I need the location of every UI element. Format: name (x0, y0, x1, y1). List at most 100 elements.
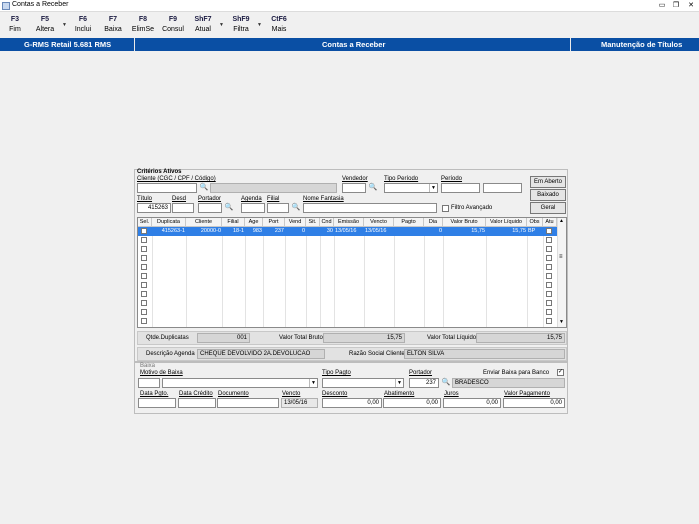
column-header[interactable]: Cnd (320, 218, 334, 227)
scroll-down-icon[interactable]: ▼ (559, 319, 564, 325)
data-credito-input[interactable] (178, 398, 216, 408)
column-header[interactable]: Sit. (306, 218, 320, 227)
sel-checkbox[interactable] (141, 273, 147, 279)
restore-icon[interactable]: ❐ (671, 1, 681, 10)
sel-checkbox[interactable] (141, 246, 147, 252)
baixado-button[interactable]: Baixado (530, 189, 566, 201)
fim-button[interactable]: F3 Fim (2, 15, 28, 35)
inclui-button[interactable]: F6 Inclui (70, 15, 96, 35)
column-header[interactable]: Dia (424, 218, 443, 227)
documento-input[interactable] (217, 398, 279, 408)
enviar-baixa-checkbox[interactable]: ✓ (557, 369, 564, 376)
empty-table-row[interactable] (138, 281, 557, 290)
filtro-avancado-checkbox[interactable] (442, 205, 449, 212)
minimize-icon[interactable]: ▭ (657, 1, 667, 10)
portador-search-icon[interactable]: 🔍 (224, 203, 234, 212)
desconto-input[interactable]: 0,00 (322, 398, 382, 408)
vendedor-input[interactable] (342, 183, 366, 193)
portador-baixa-input[interactable]: 237 (409, 378, 439, 388)
column-header[interactable]: Emissão (334, 218, 364, 227)
tipo-periodo-select[interactable]: ▼ (384, 183, 438, 193)
portador-input[interactable] (198, 203, 222, 213)
agenda-input[interactable] (241, 203, 265, 213)
baixa-button[interactable]: F7 Baixa (100, 15, 126, 35)
column-header[interactable]: Duplicata (152, 218, 186, 227)
filtra-button[interactable]: ShF9 Filtra (228, 15, 254, 35)
periodo-start-input[interactable] (441, 183, 480, 193)
motivo-select[interactable]: ▼ (162, 378, 318, 388)
empty-table-row[interactable] (138, 254, 557, 263)
empty-table-row[interactable] (138, 272, 557, 281)
sel-checkbox[interactable] (141, 255, 147, 261)
valor-pagamento-input[interactable]: 0,00 (503, 398, 565, 408)
empty-table-row[interactable] (138, 290, 557, 299)
sel-checkbox[interactable] (141, 318, 147, 324)
cliente-input[interactable] (137, 183, 197, 193)
periodo-end-input[interactable] (483, 183, 522, 193)
atu-checkbox[interactable] (546, 318, 552, 324)
portador-baixa-search-icon[interactable]: 🔍 (441, 378, 451, 387)
column-header[interactable]: Cliente (186, 218, 222, 227)
motivo-code-input[interactable] (138, 378, 160, 388)
atual-dropdown-icon[interactable]: ▼ (219, 22, 224, 28)
atu-checkbox[interactable] (546, 309, 552, 315)
geral-button[interactable]: Geral (530, 202, 566, 214)
empty-table-row[interactable] (138, 245, 557, 254)
atu-checkbox[interactable] (546, 273, 552, 279)
atu-checkbox[interactable] (546, 300, 552, 306)
abatimento-input[interactable]: 0,00 (383, 398, 441, 408)
atu-checkbox[interactable] (546, 237, 552, 243)
table-row[interactable]: 415263-1 20000-0 18-1 983 237 0 30 13/05… (138, 227, 557, 236)
filtra-dropdown-icon[interactable]: ▼ (257, 22, 262, 28)
scroll-up-icon[interactable]: ▲ (559, 218, 564, 224)
empty-table-row[interactable] (138, 308, 557, 317)
sel-checkbox[interactable] (141, 291, 147, 297)
cliente-search-icon[interactable]: 🔍 (199, 183, 209, 192)
atu-checkbox[interactable] (546, 255, 552, 261)
sel-checkbox[interactable] (141, 237, 147, 243)
column-header[interactable]: Valor Bruto (443, 218, 486, 227)
column-header[interactable]: Port (263, 218, 285, 227)
atu-checkbox[interactable] (546, 246, 552, 252)
consul-button[interactable]: F9 Consul (160, 15, 186, 35)
scroll-thumb[interactable]: ≡ (559, 254, 563, 260)
close-icon[interactable]: ✕ (686, 1, 696, 10)
empty-table-row[interactable] (138, 317, 557, 326)
atu-checkbox[interactable] (546, 264, 552, 270)
empty-table-row[interactable] (138, 236, 557, 245)
tipo-pagto-select[interactable]: ▼ (322, 378, 404, 388)
empty-table-row[interactable] (138, 263, 557, 272)
column-header[interactable]: Vend (285, 218, 306, 227)
filial-input[interactable] (267, 203, 289, 213)
data-pgto-input[interactable] (138, 398, 176, 408)
titulo-input[interactable]: 415263 (137, 203, 171, 213)
sel-checkbox[interactable] (141, 282, 147, 288)
juros-input[interactable]: 0,00 (443, 398, 501, 408)
column-header[interactable]: Obs (527, 218, 543, 227)
altera-dropdown-icon[interactable]: ▼ (62, 22, 67, 28)
empty-table-row[interactable] (138, 299, 557, 308)
atu-checkbox[interactable] (546, 228, 552, 234)
column-header[interactable]: Age (245, 218, 263, 227)
altera-button[interactable]: F5 Altera (32, 15, 58, 35)
column-header[interactable]: Valor Líquido (486, 218, 527, 227)
elimse-button[interactable]: F8 ElimSe (130, 15, 156, 35)
em-aberto-button[interactable]: Em Aberto (530, 176, 566, 188)
sel-checkbox[interactable] (141, 309, 147, 315)
mais-button[interactable]: CtF6 Mais (266, 15, 292, 35)
sel-checkbox[interactable] (141, 300, 147, 306)
atual-button[interactable]: ShF7 Atual (190, 15, 216, 35)
vendedor-search-icon[interactable]: 🔍 (368, 183, 378, 192)
desd-input[interactable] (172, 203, 194, 213)
atu-checkbox[interactable] (546, 282, 552, 288)
column-header[interactable]: Atu (543, 218, 557, 227)
column-header[interactable]: Filial (222, 218, 245, 227)
nome-fantasia-input[interactable] (303, 203, 437, 213)
sel-checkbox[interactable] (141, 228, 147, 234)
grid-scrollbar[interactable]: ▲ ≡ ▼ (557, 218, 566, 327)
column-header[interactable]: Vencto (364, 218, 394, 227)
filial-search-icon[interactable]: 🔍 (291, 203, 301, 212)
column-header[interactable]: Pagto (394, 218, 424, 227)
column-header[interactable]: Sel. (138, 218, 152, 227)
sel-checkbox[interactable] (141, 264, 147, 270)
